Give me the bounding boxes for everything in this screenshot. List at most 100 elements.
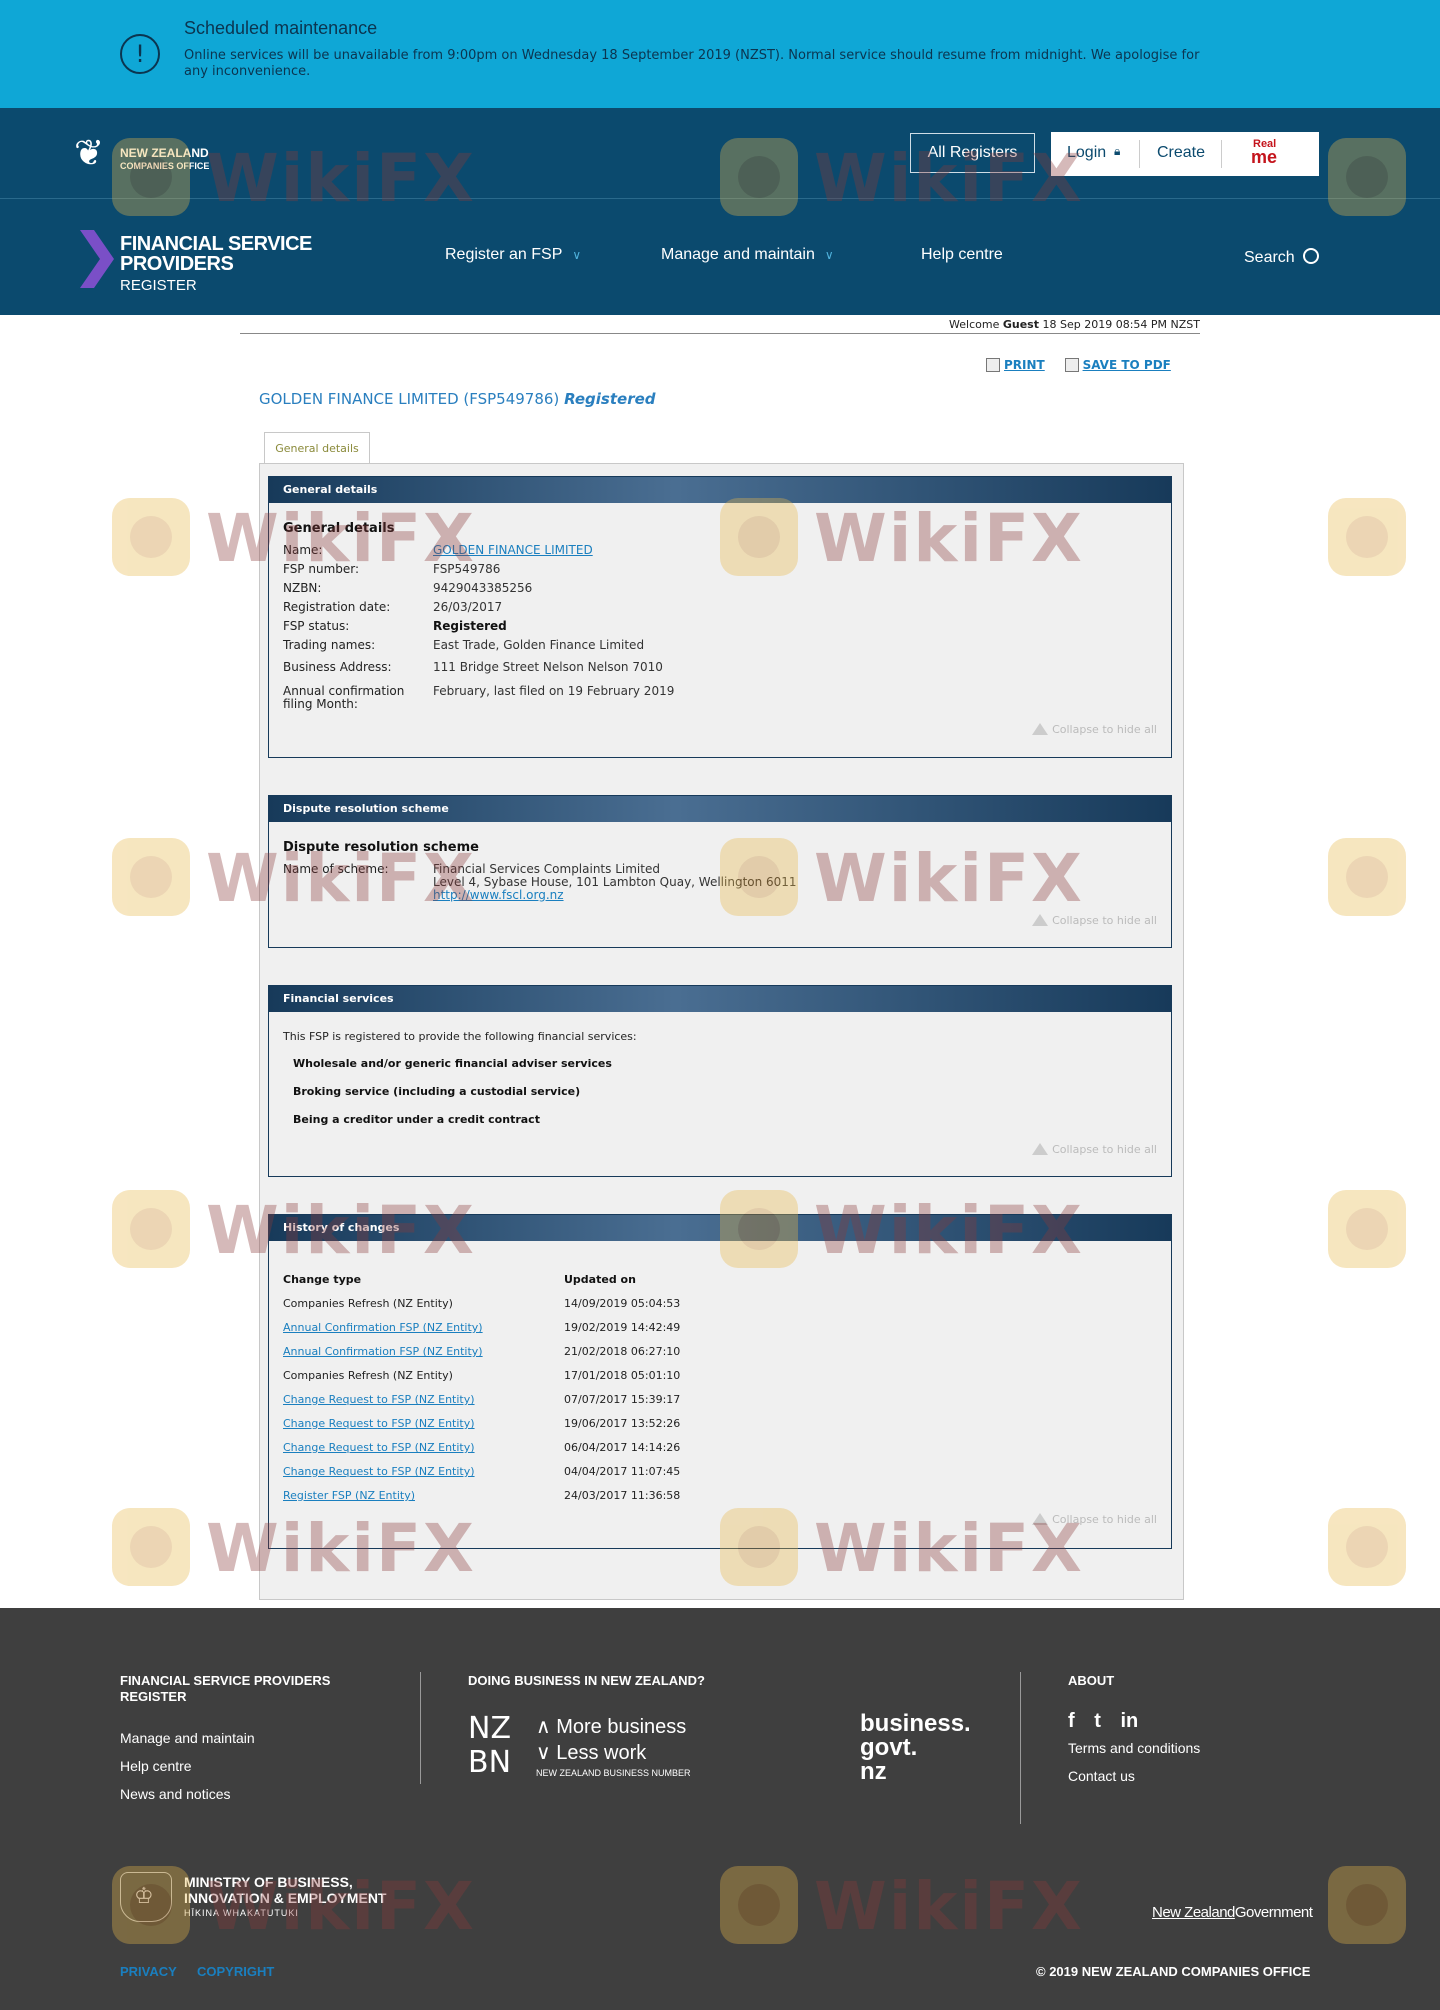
caret-up-icon: ∧ <box>536 1716 557 1738</box>
lock-icon: 🔒︎ <box>1114 144 1121 158</box>
mbie-line3: HĪKINA WHAKATUTUKI <box>184 1908 299 1918</box>
row-value: February, last filed on 19 February 2019 <box>433 684 675 698</box>
welcome-bar: Welcome Guest 18 Sep 2019 08:54 PM NZST <box>240 318 1200 334</box>
nav-register-fsp[interactable]: Register an FSP ∨ <box>445 246 581 264</box>
row-label: Registration date: <box>283 600 391 614</box>
watermark-logo-icon <box>1328 1508 1406 1586</box>
facebook-icon[interactable]: f <box>1068 1710 1075 1732</box>
services-intro: This FSP is registered to provide the fo… <box>283 1030 637 1043</box>
scheme-website-link[interactable]: http://www.fscl.org.nz <box>433 889 564 902</box>
change-date: 21/02/2018 06:27:10 <box>564 1345 681 1358</box>
watermark-logo-icon <box>1328 498 1406 576</box>
watermark-logo-icon <box>1328 838 1406 916</box>
change-type-link[interactable]: Annual Confirmation FSP (NZ Entity) <box>283 1321 483 1334</box>
fsp-title-line3: REGISTER <box>120 277 197 294</box>
change-type-link[interactable]: Register FSP (NZ Entity) <box>283 1489 415 1502</box>
row-label: FSP status: <box>283 619 350 633</box>
header-divider <box>0 198 1440 199</box>
change-type-link[interactable]: Change Request to FSP (NZ Entity) <box>283 1465 475 1478</box>
footer-heading-business: DOING BUSINESS IN NEW ZEALAND? <box>468 1673 705 1688</box>
collapse-label: Collapse to hide all <box>1052 914 1157 927</box>
divider <box>1139 140 1140 168</box>
section-header[interactable]: Dispute resolution scheme <box>269 796 1171 822</box>
row-value: 26/03/2017 <box>433 600 503 614</box>
fsp-register-logo[interactable]: FINANCIAL SERVICE PROVIDERS REGISTER <box>80 226 340 296</box>
nav-manage-maintain[interactable]: Manage and maintain ∨ <box>661 246 834 264</box>
tab-general-details[interactable]: General details <box>264 432 370 464</box>
nzbn-more: ∧ More business <box>536 1714 686 1739</box>
nzbn-less: ∨ Less work <box>536 1740 646 1765</box>
nzbn-logo[interactable]: NZ BN ∧ More business ∨ Less work NEW ZE… <box>468 1712 708 1782</box>
maintenance-banner: ! Scheduled maintenance Online services … <box>0 0 1440 108</box>
privacy-link[interactable]: PRIVACY <box>120 1964 177 1979</box>
footer-divider <box>1020 1672 1021 1824</box>
mbie-line1: MINISTRY OF BUSINESS, <box>184 1874 353 1890</box>
create-link[interactable]: Create <box>1157 144 1205 162</box>
change-date: 24/03/2017 11:36:58 <box>564 1489 681 1502</box>
nzgov-part1: New Zealand <box>1152 1904 1235 1921</box>
login-link[interactable]: Login <box>1067 144 1106 162</box>
realme-logo[interactable]: Real me <box>1251 138 1291 170</box>
collapse-link[interactable]: Collapse to hide all <box>1032 723 1157 736</box>
service-item: Wholesale and/or generic financial advis… <box>293 1057 612 1070</box>
row-label: Name of scheme: <box>283 862 389 876</box>
footer-link[interactable]: Manage and maintain <box>120 1730 255 1746</box>
triangle-up-icon <box>1032 914 1049 926</box>
site-footer: FINANCIAL SERVICE PROVIDERS REGISTER Man… <box>0 1608 1440 2010</box>
change-type-link[interactable]: Annual Confirmation FSP (NZ Entity) <box>283 1345 483 1358</box>
fsp-title-line2: PROVIDERS <box>120 253 234 275</box>
business-govt-logo[interactable]: business. govt. nz <box>860 1712 971 1784</box>
entity-name: GOLDEN FINANCE LIMITED (FSP549786) <box>259 390 560 408</box>
mbie-logo[interactable]: ♔ MINISTRY OF BUSINESS, INNOVATION & EMP… <box>120 1872 440 1926</box>
collapse-link[interactable]: Collapse to hide all <box>1032 1143 1157 1156</box>
footer-link[interactable]: Contact us <box>1068 1768 1135 1784</box>
chevron-down-icon: ∨ <box>824 248 834 262</box>
financial-services-section: Financial services This FSP is registere… <box>268 985 1172 1177</box>
mbie-line2: INNOVATION & EMPLOYMENT <box>184 1890 387 1906</box>
welcome-prefix: Welcome <box>949 318 1000 331</box>
change-date: 19/06/2017 13:52:26 <box>564 1417 681 1430</box>
section-header[interactable]: History of changes <box>269 1215 1171 1241</box>
change-type-link[interactable]: Change Request to FSP (NZ Entity) <box>283 1441 475 1454</box>
nav-help-centre[interactable]: Help centre <box>921 246 1003 264</box>
change-type-link[interactable]: Change Request to FSP (NZ Entity) <box>283 1417 475 1430</box>
search-icon <box>1302 248 1319 264</box>
change-type: Companies Refresh (NZ Entity) <box>283 1297 453 1310</box>
change-type-link[interactable]: Change Request to FSP (NZ Entity) <box>283 1393 475 1406</box>
company-name-link[interactable]: GOLDEN FINANCE LIMITED <box>433 544 593 557</box>
footer-link[interactable]: News and notices <box>120 1786 231 1802</box>
collapse-link[interactable]: Collapse to hide all <box>1032 914 1157 927</box>
nz-government-logo[interactable]: New ZealandGovernment <box>1152 1904 1313 1921</box>
welcome-datetime: 18 Sep 2019 08:54 PM NZST <box>1042 318 1201 331</box>
twitter-icon[interactable]: t <box>1094 1710 1101 1732</box>
nav-label: Manage and maintain <box>661 246 815 263</box>
bizgov-line: govt. <box>860 1734 918 1761</box>
copyright-link[interactable]: COPYRIGHT <box>197 1964 274 1979</box>
nav-label: Register an FSP <box>445 246 563 263</box>
row-value: 111 Bridge Street Nelson Nelson 7010 <box>433 660 663 674</box>
org-name-line1: NEW ZEALAND <box>120 146 209 160</box>
companies-office-logo[interactable]: ❦ NEW ZEALAND COMPANIES OFFICE <box>74 132 224 182</box>
linkedin-icon[interactable]: in <box>1120 1710 1138 1732</box>
watermark-logo-icon <box>112 838 190 916</box>
section-header[interactable]: General details <box>269 477 1171 503</box>
collapse-link[interactable]: Collapse to hide all <box>1032 1513 1157 1526</box>
section-header[interactable]: Financial services <box>269 986 1171 1012</box>
row-label: NZBN: <box>283 581 322 595</box>
footer-link[interactable]: Help centre <box>120 1758 192 1774</box>
banner-title: Scheduled maintenance <box>184 18 378 38</box>
row-label: Annual confirmation filing Month: <box>283 684 405 711</box>
collapse-label: Collapse to hide all <box>1052 1513 1157 1526</box>
site-header: ❦ NEW ZEALAND COMPANIES OFFICE All Regis… <box>0 108 1440 315</box>
nzbn-more-text: More business <box>556 1716 687 1738</box>
footer-link[interactable]: Terms and conditions <box>1068 1740 1200 1756</box>
save-pdf-link[interactable]: SAVE TO PDF <box>1083 358 1171 372</box>
row-label: Trading names: <box>283 638 376 652</box>
footer-divider <box>420 1672 421 1784</box>
fern-icon: ❦ <box>74 133 105 174</box>
print-link[interactable]: PRINT <box>1004 358 1045 372</box>
all-registers-button[interactable]: All Registers <box>910 133 1035 173</box>
search-label: Search <box>1244 249 1295 266</box>
triangle-up-icon <box>1032 1513 1049 1525</box>
search-button[interactable]: Search <box>1244 246 1319 267</box>
